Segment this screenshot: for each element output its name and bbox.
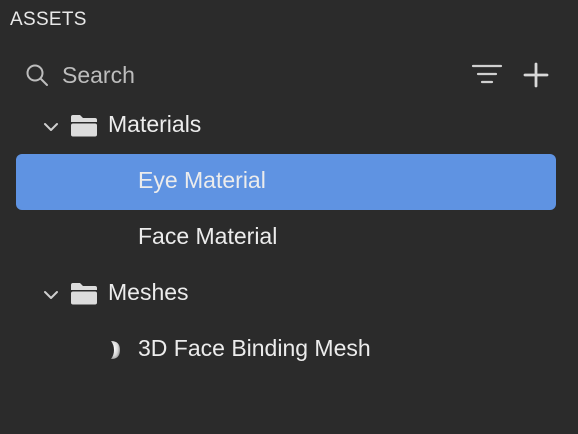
filter-icon (471, 64, 503, 84)
tree-folder-materials[interactable]: Materials (16, 98, 556, 154)
folder-icon (69, 113, 99, 139)
add-asset-button[interactable] (520, 60, 552, 90)
tree-folder-meshes[interactable]: Meshes (16, 266, 556, 322)
assets-panel: ASSETS Search Materials Eye Material Fac… (0, 0, 578, 434)
tree-item-face-binding-mesh[interactable]: 3D Face Binding Mesh (16, 322, 556, 378)
tree-item-label: 3D Face Binding Mesh (138, 335, 371, 361)
tree-folder-label: Meshes (108, 279, 189, 305)
panel-title: ASSETS (10, 9, 87, 30)
face-mesh-icon (105, 340, 125, 360)
tree-folder-label: Materials (108, 111, 202, 137)
filter-button[interactable] (470, 61, 504, 89)
tree-item-eye-material[interactable]: Eye Material (16, 154, 556, 210)
plus-icon (523, 62, 549, 88)
chevron-down-icon[interactable] (42, 118, 60, 136)
chevron-down-icon[interactable] (42, 286, 60, 304)
folder-icon (69, 281, 99, 307)
tree-item-label: Face Material (138, 223, 278, 249)
tree-item-label: Eye Material (138, 167, 266, 193)
search-icon (25, 63, 49, 87)
search-bar (0, 54, 578, 96)
tree-item-face-material[interactable]: Face Material (16, 210, 556, 266)
search-input[interactable] (62, 60, 442, 90)
